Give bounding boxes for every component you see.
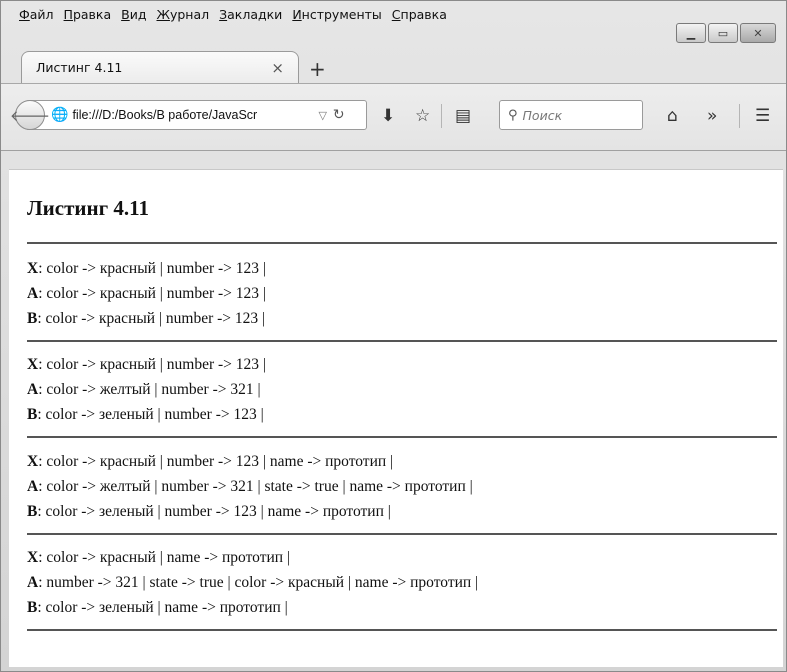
tab-title: Листинг 4.11 <box>36 60 123 75</box>
maximize-button[interactable]: ▭ <box>708 23 738 43</box>
output-line: A: color -> желтый | number -> 321 | <box>27 381 261 398</box>
output-line: A: number -> 321 | state -> true | color… <box>27 574 479 591</box>
hamburger-menu-icon[interactable]: ☰ <box>755 106 770 126</box>
navigation-toolbar: 🡐 🌐 file:///D:/Books/В работе/JavaScr ▽ … <box>1 83 786 151</box>
search-placeholder: Поиск <box>522 107 563 123</box>
horizontal-rule <box>27 436 777 438</box>
globe-icon: 🌐 <box>51 107 69 123</box>
page-content: Листинг 4.11 X: color -> красный | numbe… <box>9 169 783 667</box>
search-input[interactable]: ⚲ Поиск <box>499 100 643 130</box>
download-icon[interactable]: ⬇ <box>381 106 395 126</box>
output-line: B: color -> красный | number -> 123 | <box>27 310 266 327</box>
output-line: B: color -> зеленый | number -> 123 | na… <box>27 503 391 520</box>
menu-bar: Файл Правка Вид Журнал Закладки Инструме… <box>1 1 786 33</box>
tab-listing[interactable]: Листинг 4.11 × <box>21 51 299 83</box>
bookmark-star-icon[interactable]: ☆ <box>415 106 430 126</box>
menu-tools[interactable]: Инструменты <box>292 7 381 22</box>
page-heading: Листинг 4.11 <box>27 196 149 220</box>
toolbar-separator <box>441 104 442 128</box>
window-controls: ▁ ▭ ✕ <box>674 23 776 43</box>
minimize-icon: ▁ <box>686 26 696 40</box>
tab-strip: Листинг 4.11 × + <box>1 43 786 83</box>
url-text[interactable]: file:///D:/Books/В работе/JavaScr <box>72 108 312 122</box>
output-line: X: color -> красный | number -> 123 | na… <box>27 453 394 470</box>
search-icon: ⚲ <box>508 107 518 123</box>
bookmarks-list-icon[interactable]: ▤ <box>455 106 471 126</box>
menu-edit[interactable]: Правка <box>64 7 112 22</box>
browser-window: Файл Правка Вид Журнал Закладки Инструме… <box>0 0 787 672</box>
close-window-button[interactable]: ✕ <box>740 23 776 43</box>
menu-help[interactable]: Справка <box>392 7 447 22</box>
back-arrow-icon: 🡐 <box>9 106 51 125</box>
reload-icon[interactable]: ↻ <box>333 107 345 123</box>
menu-history[interactable]: Журнал <box>156 7 209 22</box>
horizontal-rule <box>27 242 777 244</box>
url-dropdown-icon[interactable]: ▽ <box>318 109 326 122</box>
menu-bookmarks[interactable]: Закладки <box>219 7 282 22</box>
menu-file[interactable]: Файл <box>19 7 54 22</box>
toolbar-separator <box>739 104 740 128</box>
minimize-button[interactable]: ▁ <box>676 23 706 43</box>
output-line: A: color -> желтый | number -> 321 | sta… <box>27 478 473 495</box>
output-line: B: color -> зеленый | name -> прототип | <box>27 599 288 616</box>
output-line: A: color -> красный | number -> 123 | <box>27 285 267 302</box>
horizontal-rule <box>27 340 777 342</box>
new-tab-button[interactable]: + <box>309 57 326 81</box>
output-line: X: color -> красный | name -> прототип | <box>27 549 291 566</box>
maximize-icon: ▭ <box>717 26 729 40</box>
output-line: B: color -> зеленый | number -> 123 | <box>27 406 264 423</box>
horizontal-rule <box>27 629 777 631</box>
url-bar[interactable]: 🡐 🌐 file:///D:/Books/В работе/JavaScr ▽ … <box>10 100 367 130</box>
tab-close-icon[interactable]: × <box>271 59 284 77</box>
close-icon: ✕ <box>753 26 763 40</box>
back-button[interactable]: 🡐 <box>10 100 50 130</box>
horizontal-rule <box>27 533 777 535</box>
overflow-chevron-icon[interactable]: » <box>707 106 717 126</box>
menu-view[interactable]: Вид <box>121 7 146 22</box>
home-icon[interactable]: ⌂ <box>667 106 678 126</box>
output-line: X: color -> красный | number -> 123 | <box>27 260 267 277</box>
output-line: X: color -> красный | number -> 123 | <box>27 356 267 373</box>
